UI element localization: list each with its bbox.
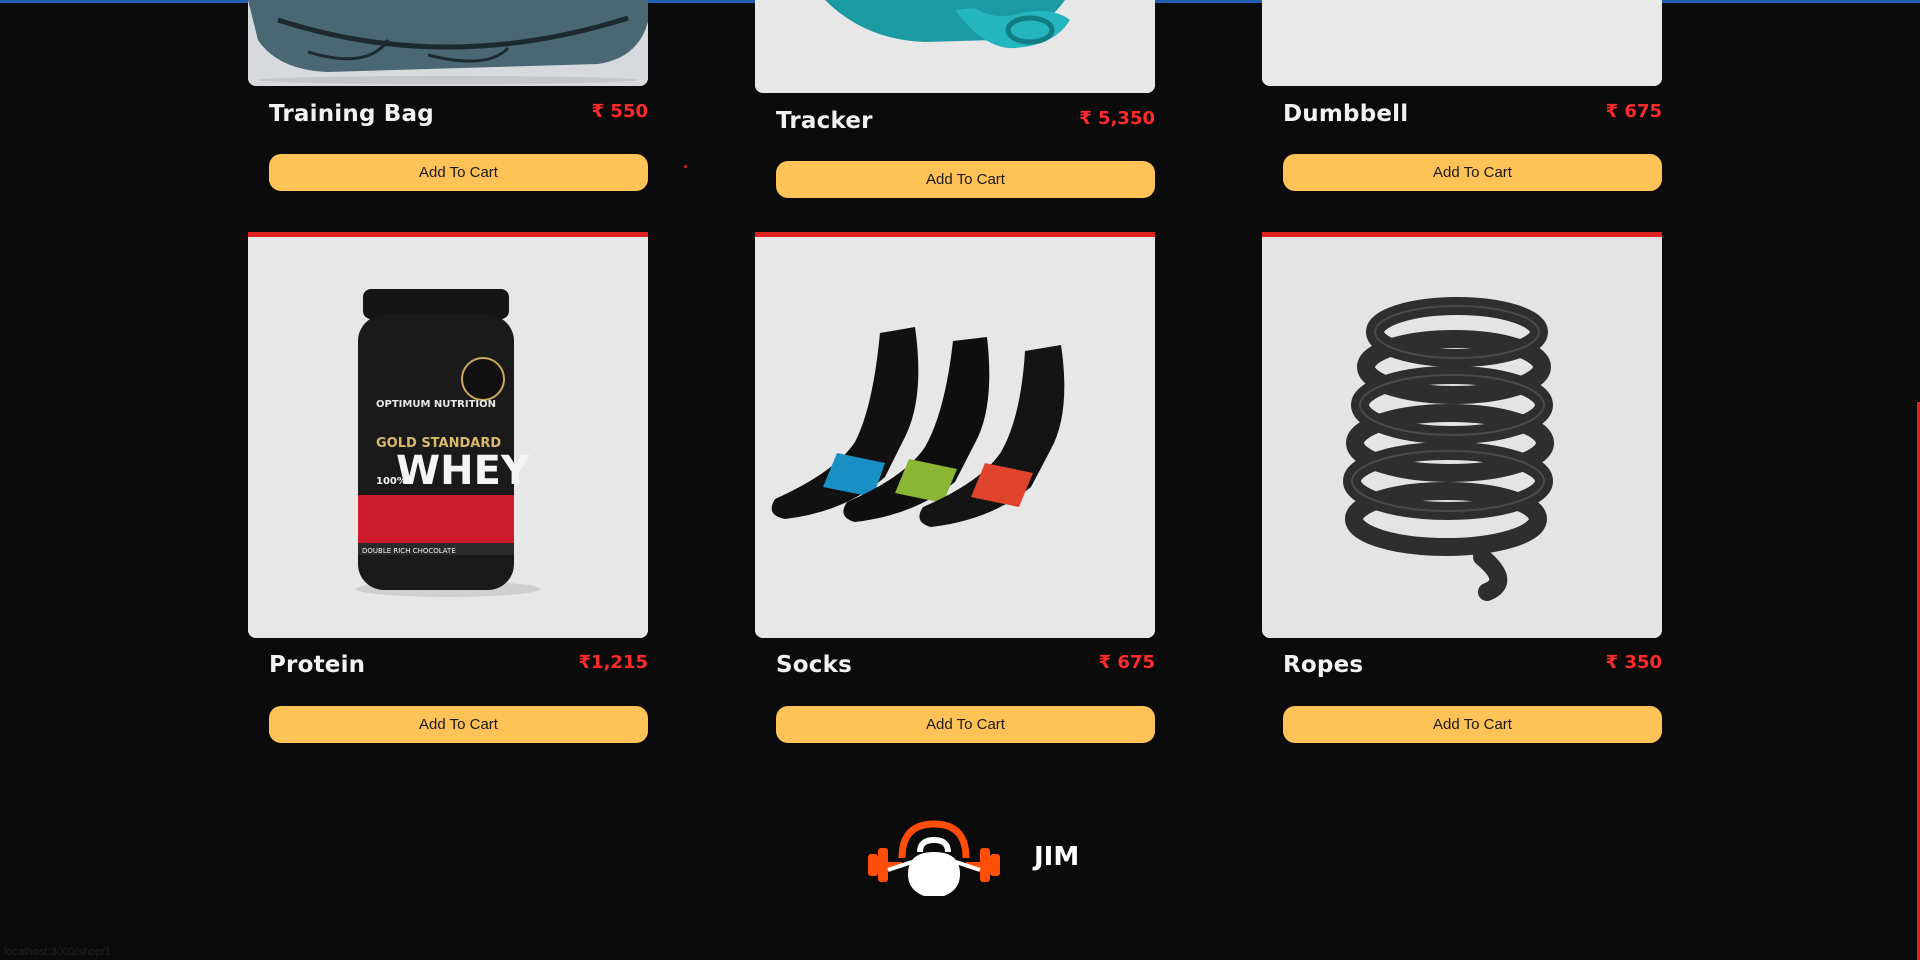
protein-brand-text: OPTIMUM NUTRITION <box>376 399 496 410</box>
product-price: ₹ 675 <box>1605 101 1662 122</box>
product-image <box>1262 0 1662 86</box>
status-bar-url: localhost:3000/shop/1 <box>4 946 112 958</box>
product-image <box>248 0 648 86</box>
decorative-dot <box>684 165 687 168</box>
product-name: Tracker <box>776 108 873 134</box>
product-name: Protein <box>269 652 366 678</box>
footer-brand-name[interactable]: JIM <box>1034 842 1079 872</box>
add-to-cart-button[interactable]: Add To Cart <box>269 154 648 191</box>
dumbbell-image <box>1262 0 1662 86</box>
protein-tub-image: OPTIMUM NUTRITION GOLD STANDARD WHEY 100… <box>248 237 648 638</box>
protein-side-text: 100% <box>376 476 407 487</box>
add-to-cart-button[interactable]: Add To Cart <box>776 161 1155 198</box>
product-image: OPTIMUM NUTRITION GOLD STANDARD WHEY 100… <box>248 232 648 638</box>
product-price: ₹ 675 <box>1098 652 1155 673</box>
protein-flavor-text: DOUBLE RICH CHOCOLATE <box>362 547 456 555</box>
battle-rope-image <box>1262 237 1662 638</box>
product-image <box>755 232 1155 638</box>
product-image <box>755 0 1155 93</box>
socks-image <box>755 237 1155 638</box>
product-price: ₹ 550 <box>591 101 648 122</box>
product-image <box>1262 232 1662 638</box>
add-to-cart-button[interactable]: Add To Cart <box>269 706 648 743</box>
product-name: Socks <box>776 652 852 678</box>
add-to-cart-button[interactable]: Add To Cart <box>1283 706 1662 743</box>
product-name: Training Bag <box>269 101 434 127</box>
fitness-tracker-image <box>755 0 1155 93</box>
product-price: ₹ 350 <box>1605 652 1662 673</box>
product-price: ₹1,215 <box>578 652 648 673</box>
training-bag-image <box>248 0 648 86</box>
product-price: ₹ 5,350 <box>1079 108 1155 129</box>
add-to-cart-button[interactable]: Add To Cart <box>1283 154 1662 191</box>
add-to-cart-button[interactable]: Add To Cart <box>776 706 1155 743</box>
kettlebell-dumbbell-logo-icon[interactable] <box>868 818 1000 900</box>
protein-title-main: WHEY <box>396 448 531 494</box>
product-name: Ropes <box>1283 652 1364 678</box>
product-name: Dumbbell <box>1283 101 1409 127</box>
